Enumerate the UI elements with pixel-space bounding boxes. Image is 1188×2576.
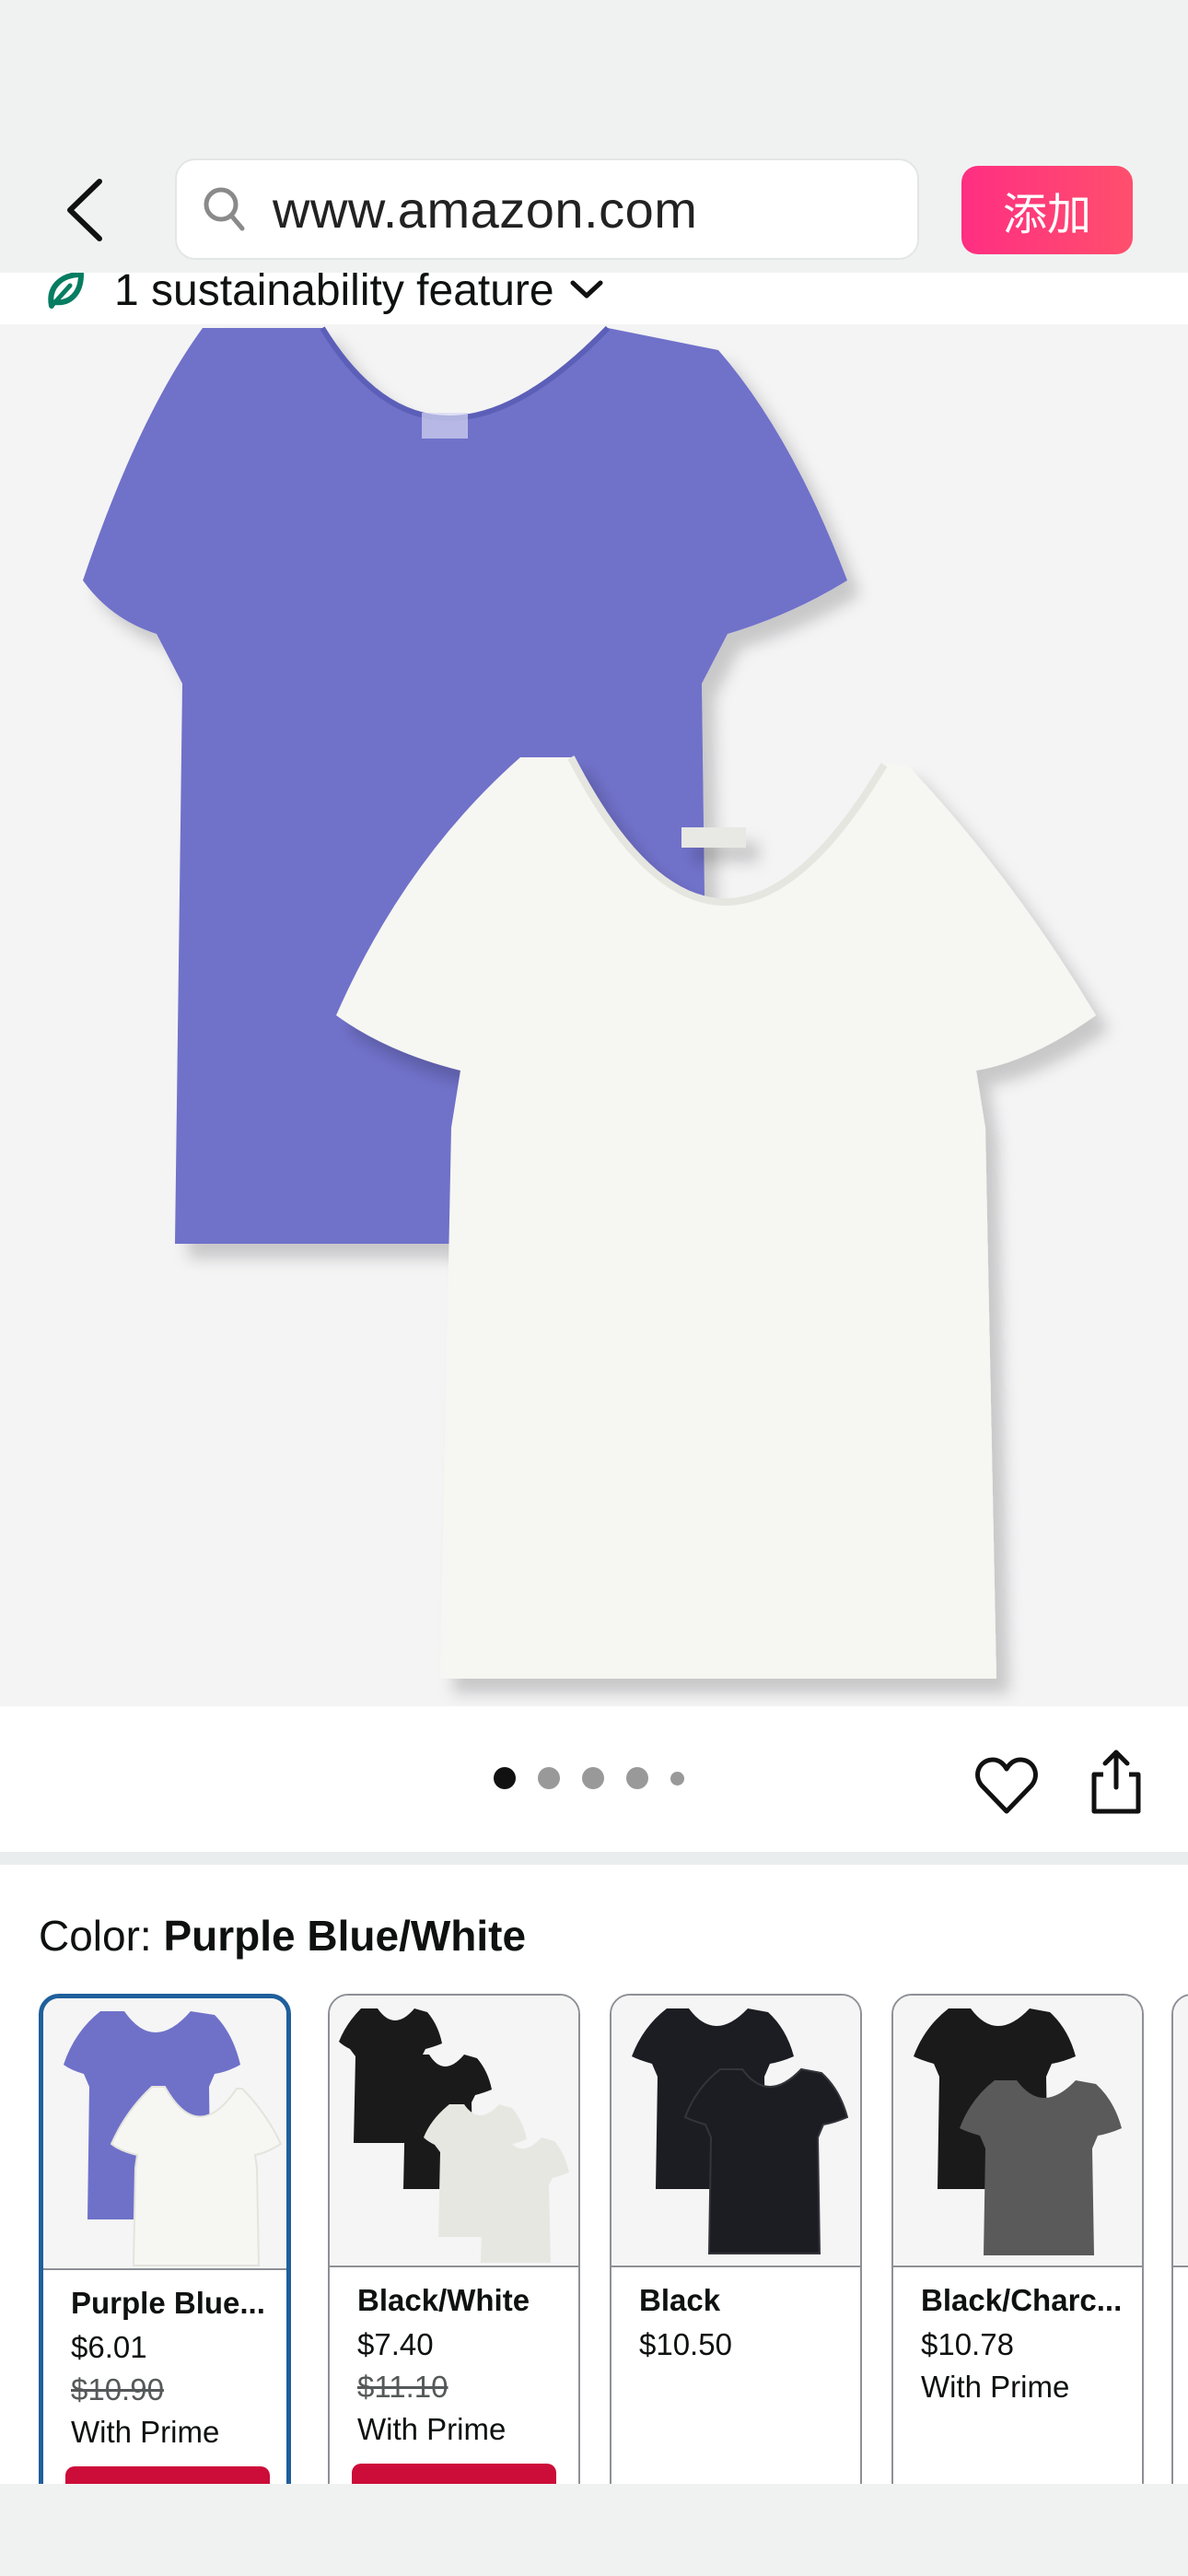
swatch-list-price: $10.90 [71, 2372, 164, 2406]
color-swatch-purple-blue-white[interactable]: Purple Blue... $6.01 $10.90 With Prime [39, 1994, 291, 2484]
bottom-bar [0, 2484, 1188, 2576]
search-icon [204, 187, 245, 231]
swatch-thumbnail [611, 1996, 860, 2267]
sustainability-strip[interactable]: 1 sustainability feature [0, 273, 1188, 324]
swatch-name: Black/White [357, 2283, 530, 2317]
chevron-left-icon [67, 179, 102, 241]
add-button[interactable]: 添加 [961, 166, 1133, 254]
back-button[interactable] [55, 175, 114, 245]
color-swatch-more[interactable] [1171, 1994, 1188, 2484]
color-prefix: Color: [39, 1912, 164, 1960]
pagination-dot[interactable] [582, 1767, 604, 1789]
swatch-prime-label: With Prime [71, 2415, 220, 2449]
pagination-dot[interactable] [670, 1771, 684, 1786]
swatch-price: $10.78 [921, 2327, 1014, 2361]
color-swatch-black-white[interactable]: Black/White $7.40 $11.10 With Prime [328, 1994, 580, 2484]
pagination-dot[interactable] [538, 1767, 560, 1789]
selected-color-name: Purple Blue/White [163, 1912, 527, 1960]
color-swatch-black-charcoal[interactable]: Black/Charc... $10.78 With Prime [891, 1994, 1144, 2484]
leaf-icon [48, 273, 85, 309]
swatch-price: $6.01 [71, 2330, 147, 2364]
color-selector: Color: Purple Blue/White Purple Blue... … [0, 1865, 1188, 2484]
swatch-name: Black [639, 2283, 721, 2317]
swatch-name: Purple Blue... [71, 2286, 265, 2320]
browser-toolbar: www.amazon.com 添加 [0, 0, 1188, 273]
share-icon [1091, 1750, 1141, 1814]
chevron-down-icon [570, 280, 603, 299]
pagination-dot[interactable] [494, 1767, 516, 1789]
swatch-thumbnail [1173, 1996, 1188, 2267]
deal-badge [65, 2466, 270, 2484]
swatch-price: $10.50 [639, 2327, 732, 2361]
swatch-prime-label: With Prime [357, 2412, 507, 2446]
product-image[interactable] [0, 324, 1188, 1706]
swatch-thumbnail [43, 1998, 286, 2270]
swatch-prime-label: With Prime [921, 2370, 1070, 2404]
section-divider [0, 1852, 1188, 1865]
sustainability-label: 1 sustainability feature [114, 273, 554, 315]
gallery-controls [0, 1706, 1188, 1852]
swatch-thumbnail [893, 1996, 1142, 2267]
pagination-dot[interactable] [626, 1767, 648, 1789]
share-button[interactable] [1087, 1749, 1146, 1815]
swatch-price: $7.40 [357, 2327, 434, 2361]
white-shirt [336, 755, 1096, 1679]
heart-icon [975, 1757, 1038, 1814]
deal-badge [352, 2464, 556, 2484]
swatch-thumbnail [330, 1996, 578, 2267]
product-page: www.amazon.com 添加 1 sustainability featu… [0, 0, 1188, 2576]
url-text: www.amazon.com [273, 180, 698, 239]
wishlist-button[interactable] [974, 1756, 1039, 1815]
color-swatch-black[interactable]: Black $10.50 [610, 1994, 862, 2484]
swatch-name: Black/Charc... [921, 2283, 1123, 2317]
address-bar[interactable]: www.amazon.com [175, 158, 919, 260]
swatch-list-price: $11.10 [357, 2370, 448, 2404]
color-label: Color: Purple Blue/White [39, 1911, 526, 1961]
pagination-dots[interactable] [494, 1767, 706, 1789]
